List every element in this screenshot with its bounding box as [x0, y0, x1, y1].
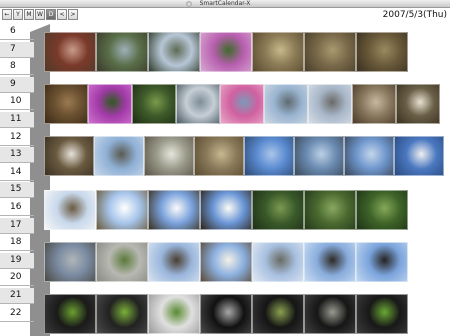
hour-label-19[interactable]: 19 [0, 252, 34, 269]
view-week-button[interactable]: W [35, 9, 45, 20]
seedling-4-photo[interactable] [200, 294, 252, 334]
grass-photo-3[interactable] [356, 190, 408, 230]
trunk-photo[interactable] [194, 136, 244, 176]
next-button[interactable]: > [68, 9, 78, 20]
white-magnolia-3-photo[interactable] [200, 190, 252, 230]
building-photo[interactable] [176, 84, 220, 124]
white-magnolia-sky-photo[interactable] [394, 136, 444, 176]
hour-label-21[interactable]: 21 [0, 288, 34, 304]
hour-label-15[interactable]: 15 [0, 182, 34, 199]
wall-ivy-photo[interactable] [96, 242, 148, 282]
magnolia-buds-sky-photo[interactable] [44, 190, 96, 230]
white-magnolia-2-photo[interactable] [148, 190, 200, 230]
previous-button[interactable]: < [57, 9, 67, 20]
power-line-tree-photo[interactable] [344, 136, 394, 176]
window-title-bar: SmartCalendar-X [0, 0, 450, 8]
pole-tree-photo[interactable] [294, 136, 344, 176]
hour-label-14[interactable]: 14 [0, 165, 34, 181]
grass-photo-1[interactable] [252, 190, 304, 230]
red-plant-photo[interactable] [44, 32, 96, 72]
view-day-button[interactable]: D [46, 9, 56, 20]
view-month-button[interactable]: M [24, 9, 34, 20]
magnolia-branch-photo[interactable] [44, 136, 94, 176]
hour-label-11[interactable]: 11 [0, 112, 34, 128]
bird-branch-1-photo[interactable] [304, 242, 356, 282]
magenta-flower-photo[interactable] [88, 84, 132, 124]
seedling-2-photo[interactable] [96, 294, 148, 334]
street-photo[interactable] [44, 242, 96, 282]
hour-label-12[interactable]: 12 [0, 130, 34, 146]
sky-branches-photo[interactable] [94, 136, 144, 176]
white-buds-photo[interactable] [396, 84, 440, 124]
grass-photo-2[interactable] [304, 190, 356, 230]
view-year-button[interactable]: Y [13, 9, 23, 20]
hour-label-22[interactable]: 22 [0, 306, 34, 322]
hour-label-7[interactable]: 7 [0, 41, 34, 58]
seedling-5-photo[interactable] [252, 294, 304, 334]
hour-label-6[interactable]: 6 [0, 24, 34, 40]
shrub-garden-photo[interactable] [96, 32, 148, 72]
magnolia-sky-photo[interactable] [200, 242, 252, 282]
hour-label-9[interactable]: 9 [0, 76, 34, 93]
bare-branches-photo[interactable] [252, 242, 304, 282]
magnolia-buds-photo[interactable] [352, 84, 396, 124]
hour-label-13[interactable]: 13 [0, 147, 34, 164]
seedling-7-photo[interactable] [356, 294, 408, 334]
hour-label-17[interactable]: 17 [0, 217, 34, 234]
hour-label-8[interactable]: 8 [0, 59, 34, 76]
hour-label-16[interactable]: 16 [0, 200, 34, 216]
winter-trees-photo[interactable] [308, 84, 352, 124]
green-foliage-photo[interactable] [132, 84, 176, 124]
toolbar: ← Y M W D < > 2007/5/3(Thu) [0, 9, 450, 21]
brown-ground-photo[interactable] [356, 32, 408, 72]
back-button[interactable]: ← [2, 9, 12, 20]
seedling-6-photo[interactable] [304, 294, 356, 334]
seedling-1-photo[interactable] [44, 294, 96, 334]
pink-flowers-photo[interactable] [200, 32, 252, 72]
seedling-3-photo[interactable] [148, 294, 200, 334]
leaf-litter-photo[interactable] [44, 84, 88, 124]
bird-branch-2-photo[interactable] [356, 242, 408, 282]
pink-azalea-photo[interactable] [220, 84, 264, 124]
window-title: SmartCalendar-X [199, 0, 251, 7]
branch-sky-photo[interactable] [148, 242, 200, 282]
bare-tree-photo[interactable] [264, 84, 308, 124]
dry-grass-photo[interactable] [252, 32, 304, 72]
white-magnolia-1-photo[interactable] [96, 190, 148, 230]
tree-branches-sky-photo[interactable] [148, 32, 200, 72]
hour-label-10[interactable]: 10 [0, 94, 34, 111]
photo-area [44, 32, 450, 336]
blue-sky-tree-photo[interactable] [244, 136, 294, 176]
hour-label-20[interactable]: 20 [0, 270, 34, 287]
current-date: 2007/5/3(Thu) [382, 10, 447, 20]
dry-leaves-photo[interactable] [304, 32, 356, 72]
blossom-tree-photo[interactable] [144, 136, 194, 176]
hour-label-18[interactable]: 18 [0, 235, 34, 252]
